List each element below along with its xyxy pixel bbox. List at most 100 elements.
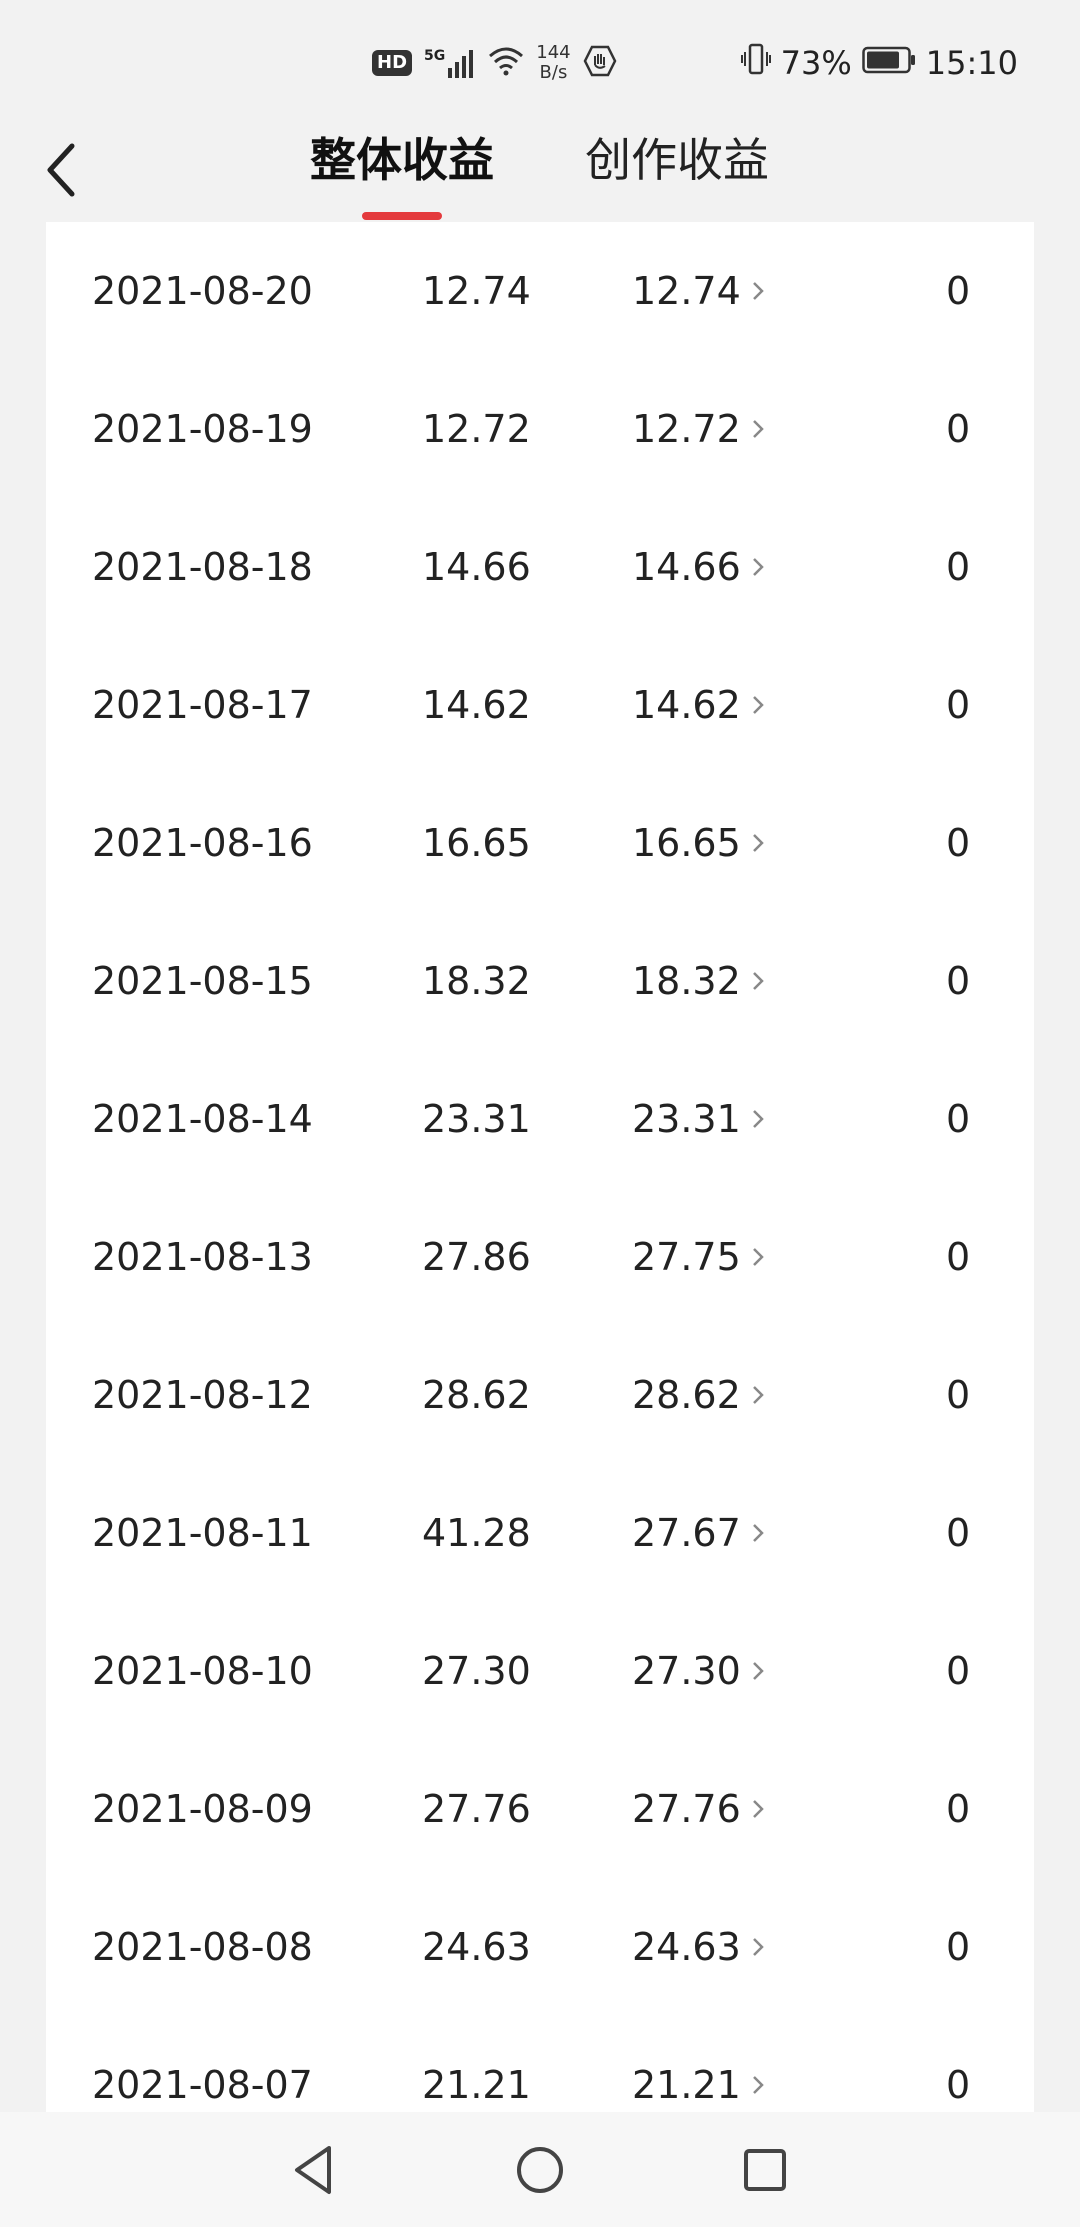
row-other-earnings: 0 (946, 821, 971, 865)
row-creation-earnings-link[interactable]: 27.76 (632, 1740, 765, 1878)
chevron-right-icon (752, 558, 764, 576)
row-creation-earnings: 18.32 (632, 959, 741, 1003)
chevron-right-icon (752, 2076, 764, 2094)
row-other-earnings: 0 (946, 2063, 971, 2107)
row-date: 2021-08-08 (92, 1925, 313, 1969)
row-other-earnings: 0 (946, 1649, 971, 1693)
earnings-row[interactable]: 2021-08-15 18.32 18.32 0 (46, 912, 1034, 1050)
chevron-right-icon (752, 1524, 764, 1542)
back-button[interactable] (38, 130, 98, 200)
row-creation-earnings-link[interactable]: 21.21 (632, 2016, 765, 2112)
row-creation-earnings-link[interactable]: 28.62 (632, 1326, 765, 1464)
chevron-left-icon (47, 143, 75, 197)
row-total-earnings: 18.32 (422, 959, 531, 1003)
row-date: 2021-08-19 (92, 407, 313, 451)
row-other-earnings: 0 (946, 269, 971, 313)
chevron-right-icon (752, 1110, 764, 1128)
chevron-right-icon (752, 1800, 764, 1818)
row-other-earnings: 0 (946, 1787, 971, 1831)
earnings-row[interactable]: 2021-08-19 12.72 12.72 0 (46, 360, 1034, 498)
chevron-right-icon (752, 1248, 764, 1266)
row-creation-earnings: 16.65 (632, 821, 741, 865)
wifi-icon (488, 46, 524, 80)
row-total-earnings: 23.31 (422, 1097, 531, 1141)
row-creation-earnings: 14.62 (632, 683, 741, 727)
row-creation-earnings-link[interactable]: 24.63 (632, 1878, 765, 2016)
nav-back-button[interactable] (285, 2140, 345, 2200)
row-total-earnings: 27.76 (422, 1787, 531, 1831)
row-other-earnings: 0 (946, 1235, 971, 1279)
earnings-row[interactable]: 2021-08-14 23.31 23.31 0 (46, 1050, 1034, 1188)
tab-overall-earnings[interactable]: 整体收益 (310, 130, 494, 190)
row-creation-earnings-link[interactable]: 16.65 (632, 774, 765, 912)
speed-unit: B/s (539, 62, 568, 83)
clock: 15:10 (925, 44, 1018, 82)
row-date: 2021-08-15 (92, 959, 313, 1003)
earnings-row[interactable]: 2021-08-11 41.28 27.67 0 (46, 1464, 1034, 1602)
chevron-right-icon (752, 1938, 764, 1956)
row-other-earnings: 0 (946, 1373, 971, 1417)
network-type: 5G (424, 48, 446, 64)
speed-value: 144 (536, 42, 571, 63)
square-recents-icon (744, 2149, 786, 2191)
earnings-row[interactable]: 2021-08-07 21.21 21.21 0 (46, 2016, 1034, 2112)
row-date: 2021-08-20 (92, 269, 313, 313)
battery-icon (862, 44, 916, 82)
row-creation-earnings: 23.31 (632, 1097, 741, 1141)
tab-creation-earnings[interactable]: 创作收益 (585, 130, 769, 190)
row-total-earnings: 28.62 (422, 1373, 531, 1417)
row-creation-earnings-link[interactable]: 23.31 (632, 1050, 765, 1188)
earnings-list: 2021-08-20 12.74 12.74 0 2021-08-19 12.72 12.7… (46, 222, 1034, 2112)
earnings-row[interactable]: 2021-08-16 16.65 16.65 0 (46, 774, 1034, 912)
header: 整体收益 创作收益 (0, 120, 1080, 220)
hd-badge: HD (372, 50, 413, 76)
earnings-row[interactable]: 2021-08-17 14.62 14.62 0 (46, 636, 1034, 774)
row-date: 2021-08-18 (92, 545, 313, 589)
row-creation-earnings: 12.74 (632, 269, 741, 313)
triangle-back-icon (295, 2146, 331, 2194)
circle-home-icon (517, 2147, 563, 2193)
earnings-row[interactable]: 2021-08-18 14.66 14.66 0 (46, 498, 1034, 636)
active-tab-indicator (362, 212, 442, 220)
row-total-earnings: 12.72 (422, 407, 531, 451)
chevron-right-icon (752, 282, 764, 300)
row-total-earnings: 16.65 (422, 821, 531, 865)
row-date: 2021-08-10 (92, 1649, 313, 1693)
row-creation-earnings-link[interactable]: 14.66 (632, 498, 765, 636)
earnings-row[interactable]: 2021-08-09 27.76 27.76 0 (46, 1740, 1034, 1878)
row-creation-earnings-link[interactable]: 27.75 (632, 1188, 765, 1326)
row-creation-earnings-link[interactable]: 12.72 (632, 360, 765, 498)
nav-home-button[interactable] (510, 2140, 570, 2200)
row-date: 2021-08-09 (92, 1787, 313, 1831)
chevron-right-icon (752, 834, 764, 852)
row-creation-earnings-link[interactable]: 14.62 (632, 636, 765, 774)
row-creation-earnings-link[interactable]: 18.32 (632, 912, 765, 1050)
row-total-earnings: 14.66 (422, 545, 531, 589)
row-creation-earnings: 21.21 (632, 2063, 741, 2107)
row-date: 2021-08-11 (92, 1511, 313, 1555)
earnings-row[interactable]: 2021-08-12 28.62 28.62 0 (46, 1326, 1034, 1464)
chevron-right-icon (752, 1662, 764, 1680)
row-date: 2021-08-07 (92, 2063, 313, 2107)
row-creation-earnings-link[interactable]: 27.67 (632, 1464, 765, 1602)
row-creation-earnings-link[interactable]: 27.30 (632, 1602, 765, 1740)
row-date: 2021-08-17 (92, 683, 313, 727)
earnings-row[interactable]: 2021-08-13 27.86 27.75 0 (46, 1188, 1034, 1326)
battery-percent: 73% (780, 44, 852, 82)
row-date: 2021-08-13 (92, 1235, 313, 1279)
row-creation-earnings: 27.76 (632, 1787, 741, 1831)
row-total-earnings: 21.21 (422, 2063, 531, 2107)
earnings-row[interactable]: 2021-08-10 27.30 27.30 0 (46, 1602, 1034, 1740)
row-creation-earnings: 27.75 (632, 1235, 741, 1279)
row-creation-earnings: 14.66 (632, 545, 741, 589)
nav-recents-button[interactable] (735, 2140, 795, 2200)
row-other-earnings: 0 (946, 1925, 971, 1969)
earnings-row[interactable]: 2021-08-08 24.63 24.63 0 (46, 1878, 1034, 2016)
row-creation-earnings-link[interactable]: 12.74 (632, 222, 765, 360)
row-date: 2021-08-14 (92, 1097, 313, 1141)
earnings-row[interactable]: 2021-08-20 12.74 12.74 0 (46, 222, 1034, 360)
vibrate-icon (740, 42, 771, 84)
network-speed: 144 B/s (536, 43, 570, 83)
chevron-right-icon (752, 1386, 764, 1404)
row-other-earnings: 0 (946, 1511, 971, 1555)
